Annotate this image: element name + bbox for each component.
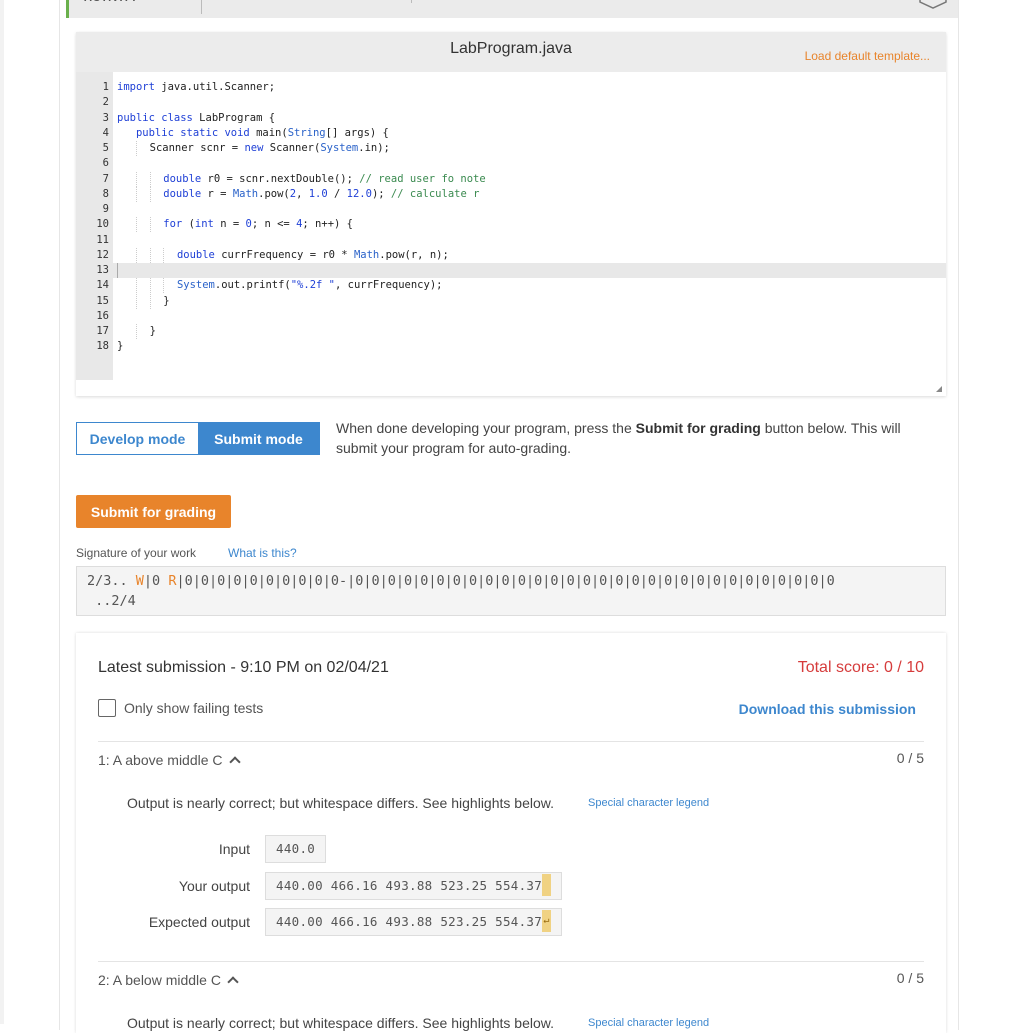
line-number: 8 <box>102 187 109 200</box>
load-default-template-link[interactable]: Load default template... <box>805 49 930 63</box>
tab-divider <box>201 0 202 14</box>
test-1-message: Output is nearly correct; but whitespace… <box>127 795 554 811</box>
code-line: 18} <box>76 339 946 354</box>
code-line: 2 <box>76 95 946 110</box>
only-failing-tests-checkbox[interactable] <box>98 699 116 717</box>
test-2-name: 2: A below middle C <box>98 972 221 988</box>
special-character-legend-link[interactable]: Special character legend <box>588 1017 709 1029</box>
activity-tab-label: ACTIVITY <box>84 0 138 4</box>
line-number: 2 <box>102 96 109 109</box>
code-editor-body[interactable]: 1 import java.util.Scanner; 2 3 public cla… <box>76 72 946 396</box>
tab-divider <box>411 0 412 3</box>
your-output-value: 440.00 466.16 493.88 523.25 554.37 <box>265 872 563 900</box>
divider <box>98 741 924 742</box>
line-number: 12 <box>96 248 109 261</box>
mode-toggle: Develop mode Submit mode <box>76 422 320 455</box>
submission-card: Latest submission - 9:10 PM on 02/04/21 … <box>76 633 946 1033</box>
test-1-header[interactable]: 1: A above middle C <box>98 752 241 768</box>
line-number: 17 <box>96 325 109 337</box>
special-character-legend-link[interactable]: Special character legend <box>588 797 709 809</box>
text-cursor <box>117 263 118 278</box>
line-number: 5 <box>102 142 109 154</box>
line-number: 14 <box>96 279 109 292</box>
mode-description: When done developing your program, press… <box>336 420 901 456</box>
line-number: 4 <box>102 126 109 139</box>
tab-accent <box>66 0 69 18</box>
your-output-label: Your output <box>178 878 250 894</box>
code-line: 9 <box>76 202 946 217</box>
test-2-message: Output is nearly correct; but whitespace… <box>127 1015 554 1031</box>
line-number: 7 <box>102 172 109 185</box>
chevron-down-icon[interactable] <box>918 0 948 10</box>
submit-for-grading-button[interactable]: Submit for grading <box>76 495 231 528</box>
input-value: 440.0 <box>265 835 327 863</box>
line-number: 16 <box>96 309 109 322</box>
expected-output-label: Expected output <box>148 914 250 930</box>
chevron-up-icon <box>227 976 239 988</box>
test-1-score: 0 / 5 <box>896 750 924 766</box>
expected-output-value: 440.00 466.16 493.88 523.25 554.37↵ <box>265 908 563 936</box>
code-line: 3 public class LabProgram { <box>76 111 946 126</box>
line-number: 13 <box>96 264 109 276</box>
code-line: 12 double currFrequency = r0 * Math.pow(… <box>76 247 946 263</box>
test-2-score: 0 / 5 <box>896 970 924 986</box>
submit-mode-button[interactable]: Submit mode <box>198 423 319 454</box>
code-editor: LabProgram.java Load default template...… <box>76 32 946 396</box>
line-number: 10 <box>96 218 109 231</box>
total-score: Total score: 0 / 10 <box>797 659 924 676</box>
test-2-header[interactable]: 2: A below middle C <box>98 972 239 988</box>
divider <box>98 961 924 962</box>
code-line: 6 <box>76 156 946 171</box>
code-line: 8 double r = Math.pow(2, 1.0 / 12.0); //… <box>76 186 946 202</box>
line-number: 18 <box>96 340 109 353</box>
develop-mode-button[interactable]: Develop mode <box>77 423 198 454</box>
activity-header: ACTIVITY <box>66 0 958 18</box>
signature-label: Signature of your work <box>76 546 197 560</box>
page-edge <box>0 0 4 1024</box>
submission-title: Latest submission - 9:10 PM on 02/04/21 <box>98 659 389 676</box>
test-1-name: 1: A above middle C <box>98 752 223 768</box>
code-line: 17 } <box>76 324 946 339</box>
code-line: 1 import java.util.Scanner; <box>76 80 946 95</box>
newline-icon: ↵ <box>542 910 552 932</box>
line-number: 1 <box>102 81 109 93</box>
code-line: 5 Scanner scnr = new Scanner(System.in); <box>76 141 946 156</box>
code-line: 10 for (int n = 0; n <= 4; n++) { <box>76 217 946 233</box>
line-number: 15 <box>96 294 109 307</box>
code-line: 14 System.out.printf("%.2f ", currFreque… <box>76 278 946 294</box>
input-label: Input <box>218 841 250 857</box>
what-is-this-link[interactable]: What is this? <box>228 546 297 560</box>
signature-box: 2/3.. W|0 R|0|0|0|0|0|0|0|0|0|0-|0|0|0|0… <box>76 566 946 616</box>
only-failing-tests-label: Only show failing tests <box>124 700 264 716</box>
whitespace-highlight <box>542 874 552 896</box>
download-submission-link[interactable]: Download this submission <box>739 701 916 717</box>
code-line: 11 <box>76 233 946 248</box>
only-failing-tests-toggle[interactable]: Only show failing tests <box>98 699 263 717</box>
line-number: 6 <box>102 157 109 170</box>
code-line: 16 <box>76 309 946 324</box>
code-line-active: 13 <box>76 263 946 279</box>
line-number: 3 <box>102 111 109 124</box>
chevron-up-icon <box>228 756 241 768</box>
code-line: 4 public static void main(String[] args)… <box>76 126 946 141</box>
resize-handle[interactable] <box>936 386 942 392</box>
code-lines: 1 import java.util.Scanner; 2 3 public cla… <box>76 80 946 355</box>
code-line: 15 } <box>76 293 946 309</box>
line-number: 9 <box>102 203 109 215</box>
line-number: 11 <box>96 233 109 246</box>
code-line: 7 double r0 = scnr.nextDouble(); // read… <box>76 171 946 187</box>
